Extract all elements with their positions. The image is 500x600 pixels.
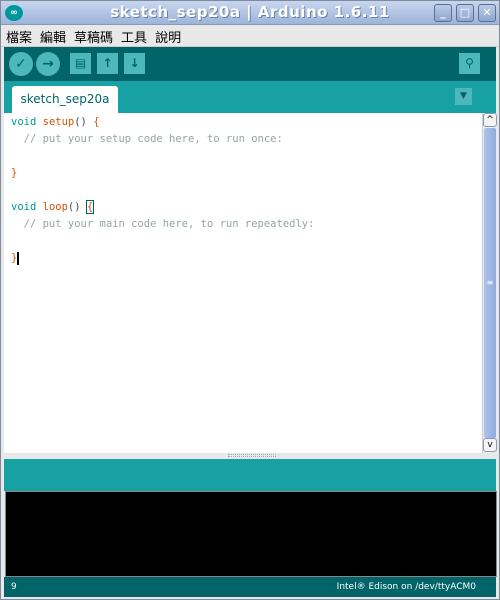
function-name: loop [42, 201, 68, 213]
keyword: void [11, 116, 37, 128]
close-button[interactable]: ✕ [478, 4, 496, 22]
tab-sketch[interactable]: sketch_sep20a [12, 86, 118, 113]
code-comment: // put your main code here, to run repea… [11, 218, 315, 230]
menu-bar: 檔案 編輯 草稿碼 工具 說明 [1, 25, 499, 47]
scroll-thumb[interactable]: ≡ [484, 128, 496, 438]
console-header [4, 459, 496, 491]
status-bar: 9 Intel® Edison on /dev/ttyACM0 [4, 577, 496, 597]
vertical-scrollbar[interactable]: ^ ≡ v [482, 113, 497, 453]
menu-help[interactable]: 說明 [150, 25, 184, 46]
upload-button[interactable]: → [36, 52, 60, 76]
maximize-button[interactable]: □ [456, 4, 474, 22]
arduino-window: ∞ sketch_sep20a | Arduino 1.6.11 _ □ ✕ 檔… [0, 0, 500, 600]
brace: { [93, 116, 100, 128]
code-line: } [11, 167, 18, 179]
function-name: setup [42, 116, 75, 128]
serial-monitor-button[interactable]: ⚲ [459, 53, 480, 74]
text-caret [17, 251, 20, 265]
line-number: 9 [11, 582, 17, 592]
code-line: } [11, 250, 482, 267]
code-text: () [74, 116, 94, 128]
code-editor[interactable]: void setup() { // put your setup code he… [4, 113, 482, 453]
tab-menu-button[interactable]: ▼ [455, 88, 472, 105]
save-button[interactable]: ↓ [124, 53, 145, 74]
minimize-button[interactable]: _ [434, 4, 452, 22]
menu-sketch[interactable]: 草稿碼 [69, 25, 116, 46]
open-button[interactable]: ↑ [97, 53, 118, 74]
code-text: () [67, 201, 87, 213]
code-comment: // put your setup code here, to run once… [11, 133, 283, 145]
menu-edit[interactable]: 編輯 [35, 25, 69, 46]
scroll-down-button[interactable]: v [483, 438, 497, 452]
matched-brace: { [85, 200, 95, 214]
code-line: void setup() { [11, 114, 482, 131]
board-port-info: Intel® Edison on /dev/ttyACM0 [336, 582, 476, 592]
code-line: void loop() { [11, 199, 482, 216]
keyword: void [11, 201, 37, 213]
new-sketch-button[interactable]: ▤ [70, 53, 91, 74]
menu-tools[interactable]: 工具 [116, 25, 150, 46]
splitter-grip[interactable] [228, 454, 276, 457]
window-title: sketch_sep20a | Arduino 1.6.11 [110, 3, 390, 21]
menu-file[interactable]: 檔案 [1, 25, 35, 46]
console-output[interactable] [5, 491, 497, 577]
scroll-up-button[interactable]: ^ [483, 113, 497, 127]
title-bar[interactable]: ∞ sketch_sep20a | Arduino 1.6.11 _ □ ✕ [1, 1, 499, 25]
verify-button[interactable]: ✓ [9, 52, 33, 76]
tab-bar: sketch_sep20a ▼ [4, 81, 496, 113]
toolbar: ✓ → ▤ ↑ ↓ ⚲ [4, 47, 496, 81]
